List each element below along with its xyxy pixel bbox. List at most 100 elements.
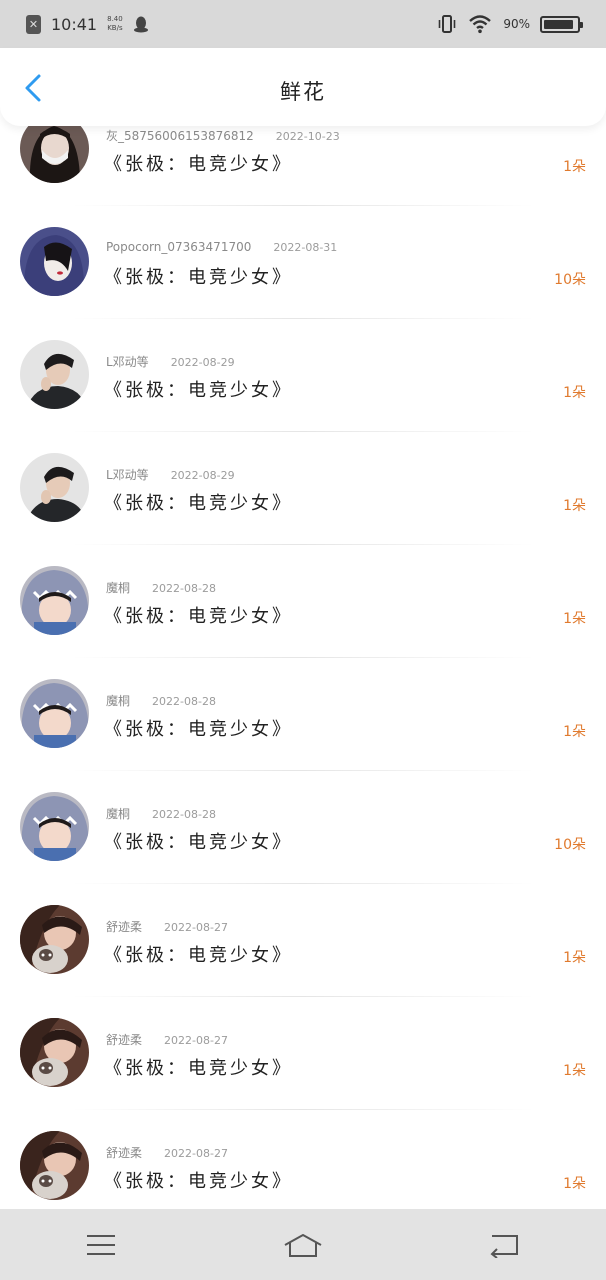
vibrate-icon <box>439 15 456 33</box>
network-speed-value: 8.40 <box>107 15 123 23</box>
menu-icon <box>87 1234 115 1255</box>
book-title[interactable]: 《张极：电竞少女》 <box>104 150 293 176</box>
username[interactable]: L邓动等 <box>106 353 149 370</box>
divider <box>70 318 536 319</box>
book-title[interactable]: 《张极：电竞少女》 <box>104 602 293 628</box>
qq-icon <box>133 16 148 33</box>
username[interactable]: 魔桐 <box>106 692 130 709</box>
book-title[interactable]: 《张极：电竞少女》 <box>104 1054 293 1080</box>
username[interactable]: 魔桐 <box>106 579 130 596</box>
flower-list-items: 灰_5875600615387681​2 2022-10-23 《张极：电竞少女》 1… <box>0 126 606 1209</box>
item-meta: 舒迹柔 2022-08-27 <box>106 918 228 935</box>
divider <box>70 431 536 432</box>
flower-count: 10朵 <box>554 837 586 853</box>
date: 2022-08-28 <box>152 695 216 708</box>
avatar[interactable] <box>20 340 89 409</box>
list-item[interactable]: 魔桐 2022-08-28 《张极：电竞少女》 1朵 <box>0 566 606 679</box>
system-nav-bar <box>0 1209 606 1280</box>
network-speed: 8.40 KB/s <box>107 15 123 33</box>
avatar[interactable] <box>20 1018 89 1087</box>
avatar[interactable] <box>20 453 89 522</box>
page-title: 鲜花 <box>280 80 326 104</box>
return-icon <box>490 1234 518 1258</box>
date: 2022-08-27 <box>164 921 228 934</box>
item-meta: 舒迹柔 2022-08-27 <box>106 1144 228 1161</box>
list-item[interactable]: 灰_5875600615387681​2 2022-10-23 《张极：电竞少女》 1… <box>0 126 606 227</box>
home-icon <box>284 1233 322 1257</box>
home-button[interactable] <box>273 1225 333 1265</box>
avatar[interactable] <box>20 792 89 861</box>
book-title[interactable]: 《张极：电竞少女》 <box>104 263 293 289</box>
avatar[interactable] <box>20 566 89 635</box>
network-speed-unit: KB/s <box>107 24 123 32</box>
username[interactable]: Popocorn_07363471700 <box>106 240 251 254</box>
list-item[interactable]: Popocorn_07363471700 2022-08-31 《张极：电竞少女》 1… <box>0 227 606 340</box>
book-title[interactable]: 《张极：电竞少女》 <box>104 489 293 515</box>
list-item[interactable]: 舒迹柔 2022-08-27 《张极：电竞少女》 1朵 <box>0 905 606 1018</box>
date: 2022-08-27 <box>164 1147 228 1160</box>
list-item[interactable]: L邓动等 2022-08-29 《张极：电竞少女》 1朵 <box>0 453 606 566</box>
list-item[interactable]: 魔桐 2022-08-28 《张极：电竞少女》 1朵 <box>0 679 606 792</box>
username[interactable]: 舒迹柔 <box>106 1144 142 1161</box>
username[interactable]: 舒迹柔 <box>106 918 142 935</box>
divider <box>70 1109 536 1110</box>
flower-count: 1朵 <box>563 611 586 627</box>
list-item[interactable]: 魔桐 2022-08-28 《张极：电竞少女》 10朵 <box>0 792 606 905</box>
notification-close-icon: ✕ <box>26 14 41 34</box>
item-meta: 灰_5875600615387681​2 2022-10-23 <box>106 127 340 144</box>
book-title[interactable]: 《张极：电竞少女》 <box>104 376 293 402</box>
book-title[interactable]: 《张极：电竞少女》 <box>104 941 293 967</box>
list-item[interactable]: 舒迹柔 2022-08-27 《张极：电竞少女》 1朵 <box>0 1018 606 1131</box>
date: 2022-08-29 <box>170 469 235 482</box>
item-meta: Popocorn_07363471700 2022-08-31 <box>106 240 337 254</box>
list-item[interactable]: L邓动等 2022-08-29 《张极：电竞少女》 1朵 <box>0 340 606 453</box>
flower-count: 1朵 <box>563 1063 586 1079</box>
battery-percent: 90% <box>503 17 530 31</box>
item-meta: 魔桐 2022-08-28 <box>106 579 216 596</box>
menu-button[interactable] <box>71 1225 131 1265</box>
app-header: 鲜花 <box>0 48 606 126</box>
date: 2022-08-28 <box>152 808 216 821</box>
date: 2022-10-23 <box>275 130 340 143</box>
status-bar: ✕ 10:41 8.40 KB/s 90% <box>0 0 606 48</box>
back-nav-button[interactable] <box>475 1225 535 1265</box>
divider <box>70 544 536 545</box>
avatar[interactable] <box>20 227 89 296</box>
item-meta: 舒迹柔 2022-08-27 <box>106 1031 228 1048</box>
book-title[interactable]: 《张极：电竞少女》 <box>104 715 293 741</box>
flower-count: 1朵 <box>563 159 586 175</box>
list-item[interactable]: 舒迹柔 2022-08-27 《张极：电竞少女》 1朵 <box>0 1131 606 1209</box>
date: 2022-08-29 <box>170 356 235 369</box>
avatar[interactable] <box>20 905 89 974</box>
item-meta: L邓动等 2022-08-29 <box>106 466 235 483</box>
status-bar-right: 90% <box>437 14 583 34</box>
username[interactable]: 魔桐 <box>106 805 130 822</box>
flower-count: 1朵 <box>563 498 586 514</box>
username[interactable]: 舒迹柔 <box>106 1031 142 1048</box>
flower-count: 1朵 <box>563 724 586 740</box>
divider <box>70 996 536 997</box>
username[interactable]: 灰_5875600615387681​2 <box>106 127 254 144</box>
avatar[interactable] <box>20 679 89 748</box>
date: 2022-08-27 <box>164 1034 228 1047</box>
status-bar-left: ✕ 10:41 8.40 KB/s <box>26 14 149 34</box>
flower-count: 1朵 <box>563 1176 586 1192</box>
flower-count: 10朵 <box>554 272 586 288</box>
item-meta: 魔桐 2022-08-28 <box>106 805 216 822</box>
book-title[interactable]: 《张极：电竞少女》 <box>104 828 293 854</box>
item-meta: L邓动等 2022-08-29 <box>106 353 235 370</box>
divider <box>70 770 536 771</box>
item-meta: 魔桐 2022-08-28 <box>106 692 216 709</box>
username[interactable]: L邓动等 <box>106 466 149 483</box>
flower-list[interactable]: 灰_5875600615387681​2 2022-10-23 《张极：电竞少女》 1… <box>0 126 606 1209</box>
divider <box>70 657 536 658</box>
book-title[interactable]: 《张极：电竞少女》 <box>104 1167 293 1193</box>
flower-count: 1朵 <box>563 385 586 401</box>
divider <box>70 205 536 206</box>
avatar[interactable] <box>20 126 89 183</box>
date: 2022-08-31 <box>273 241 338 254</box>
avatar[interactable] <box>20 1131 89 1200</box>
flower-count: 1朵 <box>563 950 586 966</box>
divider <box>70 883 536 884</box>
wifi-icon <box>469 15 492 34</box>
